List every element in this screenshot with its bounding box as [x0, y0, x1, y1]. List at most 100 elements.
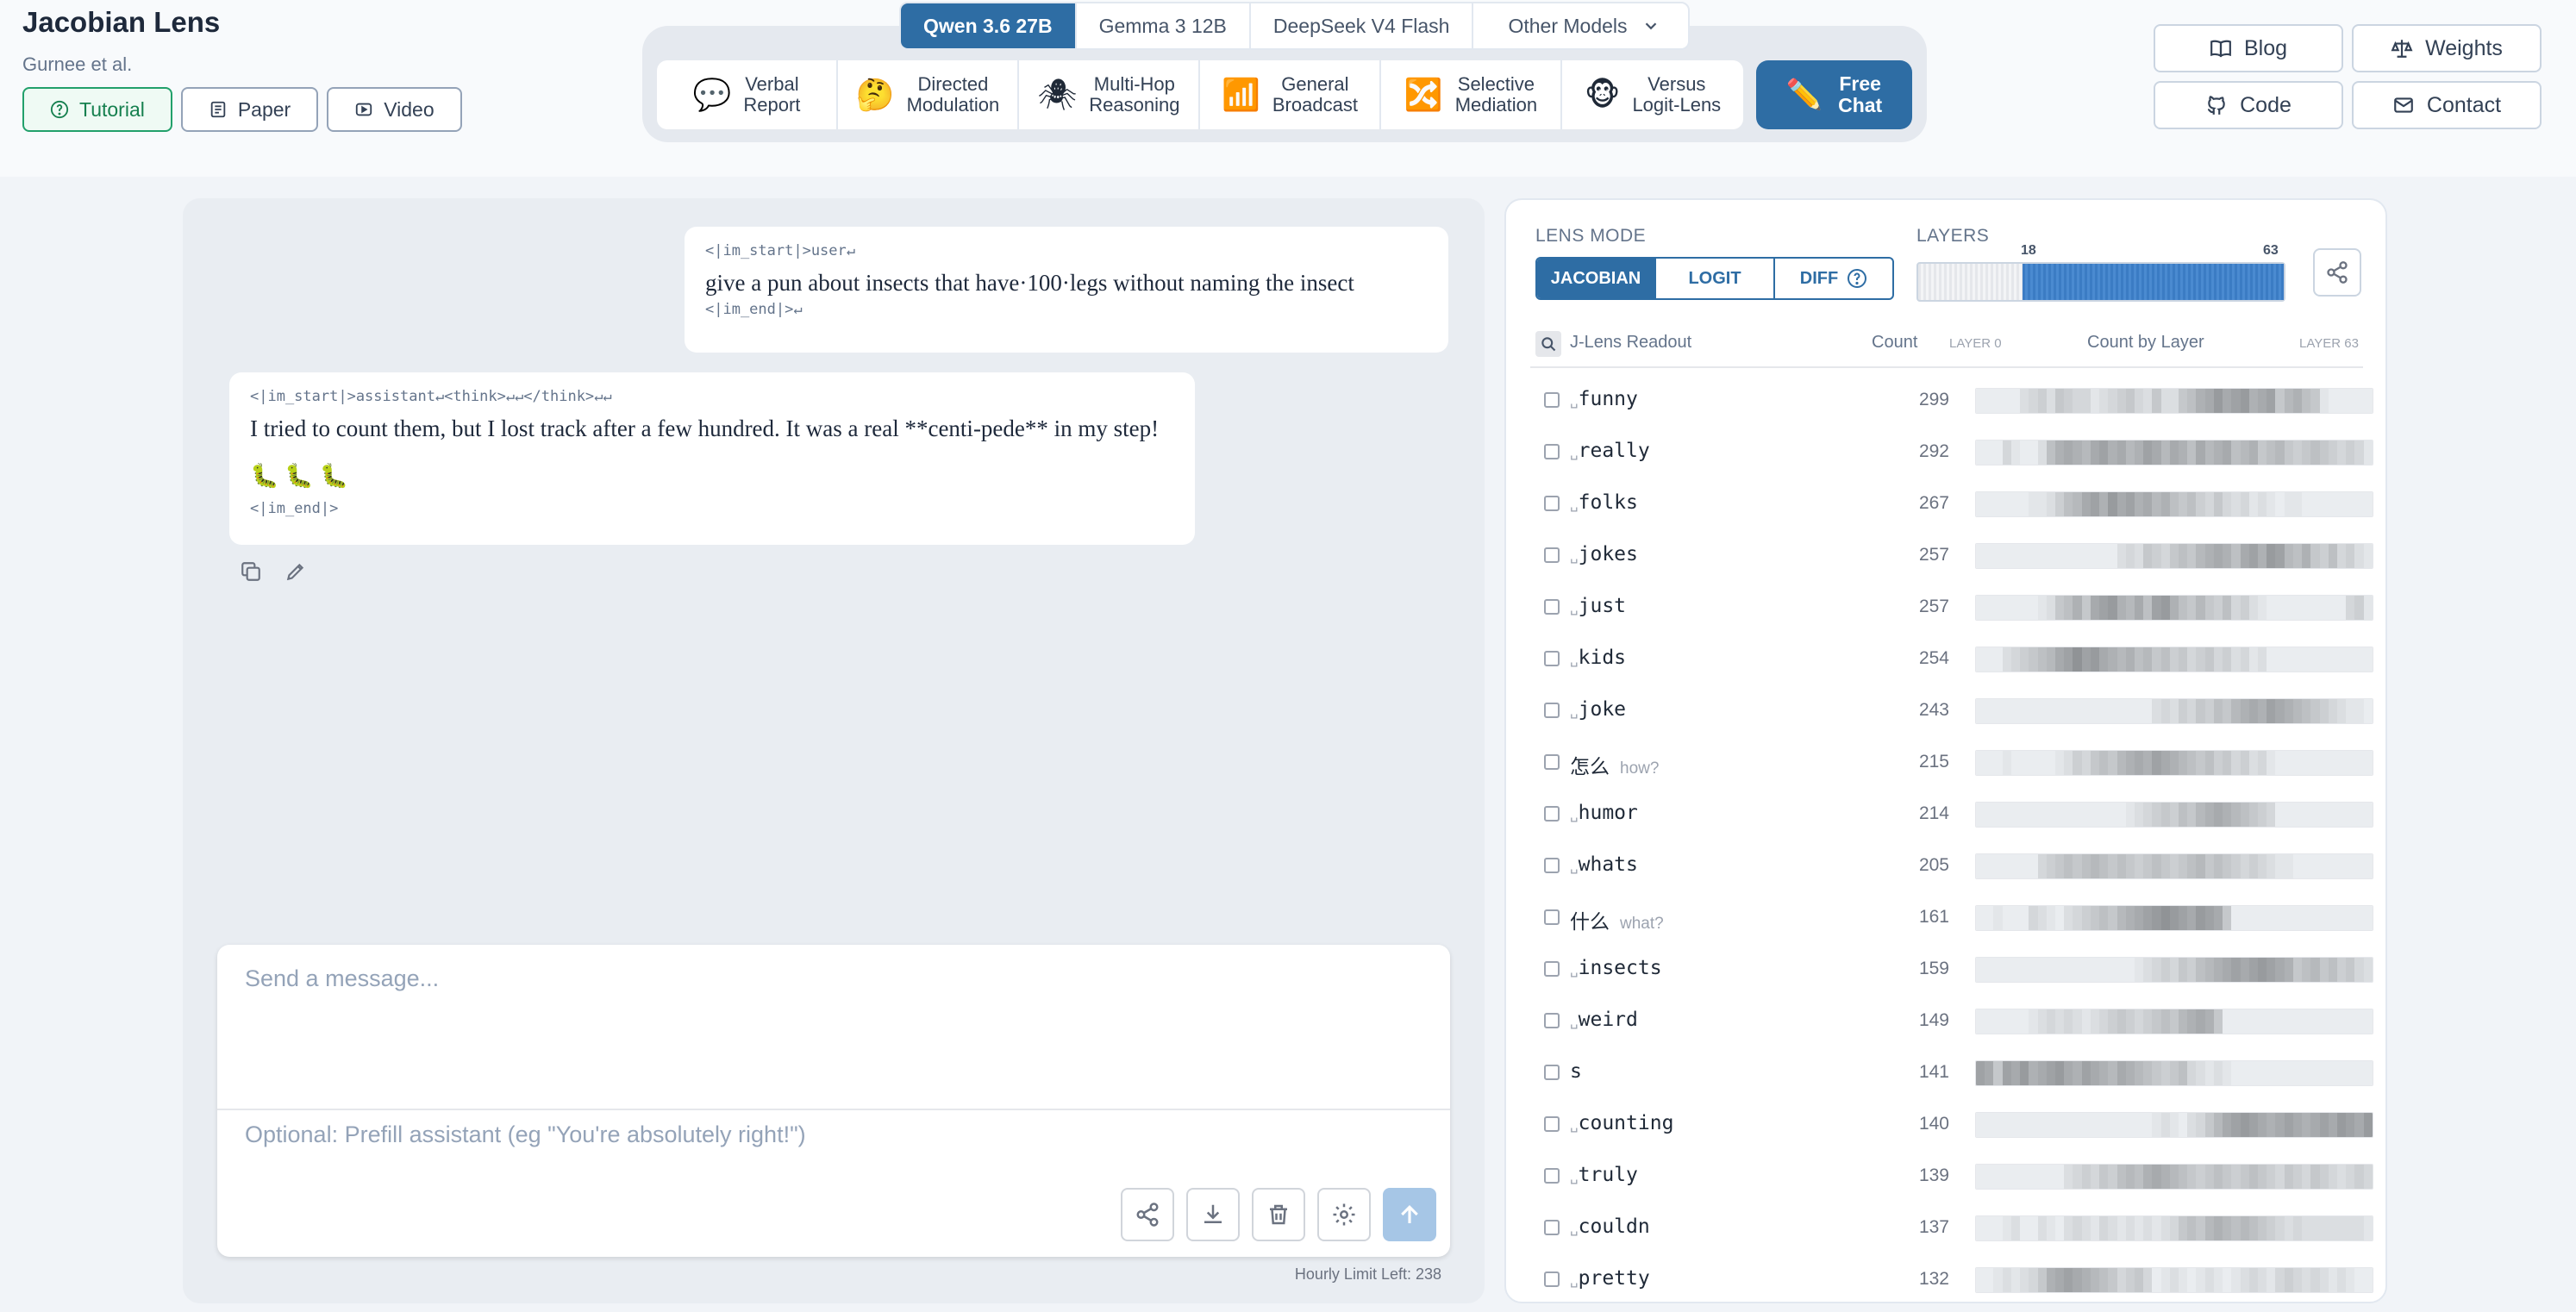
heat-cell	[2223, 596, 2232, 620]
mode-diff[interactable]: DIFF	[1775, 259, 1892, 298]
readout-row[interactable]: ␣just 257	[1535, 581, 2373, 633]
readout-row[interactable]: ␣whats 205	[1535, 840, 2373, 891]
heat-cell	[2108, 1268, 2117, 1292]
feature-verbal-report[interactable]: 💬 Verbal Report	[657, 60, 838, 129]
heat-cell	[2169, 596, 2179, 620]
model-tab-other[interactable]: Other Models	[1473, 3, 1687, 48]
layer-range-slider[interactable]	[1916, 262, 2285, 302]
share-button[interactable]	[1121, 1188, 1174, 1241]
blog-button[interactable]: Blog	[2154, 24, 2343, 72]
code-button[interactable]: Code	[2154, 81, 2343, 129]
heat-cell	[2179, 1165, 2188, 1189]
row-checkbox[interactable]	[1544, 754, 1560, 770]
prefill-input[interactable]	[245, 1117, 1417, 1152]
heat-cell	[2354, 440, 2364, 465]
readout-row[interactable]: ␣jokes 257	[1535, 529, 2373, 581]
row-checkbox[interactable]	[1544, 1168, 1560, 1184]
readout-row[interactable]: ␣joke 243	[1535, 684, 2373, 736]
heat-cell	[2179, 596, 2188, 620]
heat-cell	[2187, 1061, 2197, 1085]
row-checkbox[interactable]	[1544, 703, 1560, 718]
heat-cell	[2010, 492, 2021, 516]
row-checkbox[interactable]	[1544, 961, 1560, 977]
heat-cell	[2187, 699, 2197, 723]
readout-row[interactable]: ␣kids 254	[1535, 633, 2373, 684]
readout-row[interactable]: ␣couldn 137	[1535, 1202, 2373, 1253]
readout-row[interactable]: s 141	[1535, 1046, 2373, 1098]
heat-cell	[2090, 544, 2100, 568]
free-chat-button[interactable]: ✏️ Free Chat	[1756, 60, 1912, 129]
heat-cell	[2267, 803, 2276, 827]
feature-multi-hop-reasoning[interactable]: 🕷 Multi-Hop Reasoning	[1019, 60, 1200, 129]
row-checkbox[interactable]	[1544, 496, 1560, 511]
share-lens-button[interactable]	[2313, 248, 2361, 297]
mode-logit[interactable]: LOGIT	[1656, 259, 1775, 298]
paper-button[interactable]: Paper	[180, 87, 319, 132]
readout-row[interactable]: ␣funny 299	[1535, 374, 2373, 426]
heat-cell	[2116, 1165, 2126, 1189]
row-checkbox[interactable]	[1544, 909, 1560, 925]
settings-button[interactable]	[1317, 1188, 1371, 1241]
video-icon	[356, 103, 372, 116]
feature-general-broadcast[interactable]: 📶 General Broadcast	[1200, 60, 1381, 129]
model-tab-deepseek[interactable]: DeepSeek V4 Flash	[1251, 3, 1474, 48]
heat-cell	[2073, 699, 2082, 723]
heat-cell	[2336, 1268, 2347, 1292]
heat-cell	[2346, 492, 2355, 516]
copy-icon[interactable]	[240, 560, 262, 583]
heat-cell	[2152, 751, 2161, 775]
heat-cell	[2002, 389, 2011, 413]
heat-cell	[2336, 647, 2347, 672]
readout-row[interactable]: 什么 what? 161	[1535, 891, 2373, 943]
send-button[interactable]	[1383, 1188, 1436, 1241]
row-checkbox[interactable]	[1544, 547, 1560, 563]
readout-row[interactable]: ␣really 292	[1535, 426, 2373, 478]
edit-icon[interactable]	[284, 560, 307, 583]
feature-directed-modulation[interactable]: 🤔 Directed Modulation	[838, 60, 1019, 129]
row-checkbox[interactable]	[1544, 806, 1560, 822]
heat-cell	[2037, 596, 2047, 620]
heat-cell	[2064, 906, 2073, 930]
tutorial-button[interactable]: Tutorial	[22, 87, 172, 132]
heat-cell	[2223, 958, 2232, 982]
row-checkbox[interactable]	[1544, 599, 1560, 615]
video-button[interactable]: Video	[327, 87, 462, 132]
readout-row[interactable]: ␣humor 214	[1535, 788, 2373, 840]
heat-cell	[2204, 699, 2214, 723]
model-tabs: Qwen 3.6 27B Gemma 3 12B DeepSeek V4 Fla…	[899, 2, 1690, 50]
message-input[interactable]	[245, 965, 1417, 1103]
download-button[interactable]	[1186, 1188, 1240, 1241]
contact-button[interactable]: Contact	[2352, 81, 2542, 129]
heat-cell	[2116, 544, 2126, 568]
readout-row[interactable]: ␣pretty 132	[1535, 1253, 2373, 1302]
heat-cell	[2275, 854, 2285, 878]
row-checkbox[interactable]	[1544, 858, 1560, 873]
feature-selective-mediation[interactable]: 🔀 Selective Mediation	[1381, 60, 1562, 129]
heat-cell	[2336, 544, 2347, 568]
search-icon[interactable]	[1535, 331, 1561, 357]
feature-versus-logit-lens[interactable]: 🐵 Versus Logit-Lens	[1562, 60, 1743, 129]
mode-jacobian[interactable]: JACOBIAN	[1537, 259, 1656, 298]
heat-cell	[2204, 1216, 2214, 1240]
row-checkbox[interactable]	[1544, 392, 1560, 408]
heat-cell	[2179, 647, 2188, 672]
model-tab-gemma[interactable]: Gemma 3 12B	[1077, 3, 1251, 48]
row-checkbox[interactable]	[1544, 1065, 1560, 1080]
row-checkbox[interactable]	[1544, 1116, 1560, 1132]
model-tab-qwen[interactable]: Qwen 3.6 27B	[901, 3, 1077, 48]
row-checkbox[interactable]	[1544, 1220, 1560, 1235]
delete-button[interactable]	[1252, 1188, 1305, 1241]
heat-cell	[2108, 596, 2117, 620]
readout-row[interactable]: ␣folks 267	[1535, 478, 2373, 529]
row-checkbox[interactable]	[1544, 1271, 1560, 1287]
readout-row[interactable]: ␣truly 139	[1535, 1150, 2373, 1202]
layer-range-selection[interactable]	[2023, 264, 2284, 300]
readout-row[interactable]: ␣counting 140	[1535, 1098, 2373, 1150]
row-checkbox[interactable]	[1544, 1013, 1560, 1028]
readout-row[interactable]: 怎么 how? 215	[1535, 736, 2373, 788]
readout-row[interactable]: ␣weird 149	[1535, 995, 2373, 1046]
row-checkbox[interactable]	[1544, 444, 1560, 459]
readout-row[interactable]: ␣insects 159	[1535, 943, 2373, 995]
weights-button[interactable]: Weights	[2352, 24, 2542, 72]
row-checkbox[interactable]	[1544, 651, 1560, 666]
